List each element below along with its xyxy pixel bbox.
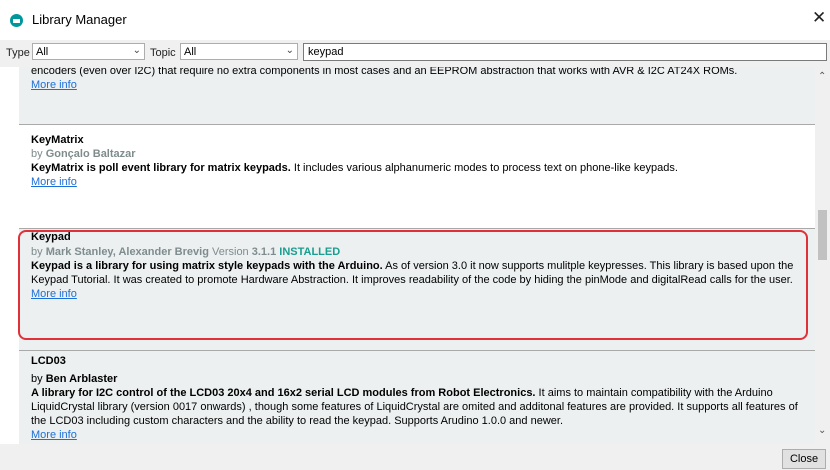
chevron-down-icon[interactable]: ⌄ <box>818 425 826 436</box>
scrollbar-thumb[interactable] <box>818 210 827 260</box>
library-version: 3.1.1 <box>251 246 277 258</box>
bottom-bar: Close <box>0 444 830 470</box>
close-button[interactable]: Close <box>782 449 826 469</box>
version-label: Version <box>211 246 249 258</box>
scrollbar[interactable]: ⌃ ⌄ <box>815 67 830 444</box>
installed-badge: INSTALLED <box>279 246 341 258</box>
library-description: KeyMatrix is poll event library for matr… <box>31 161 807 175</box>
library-description: Keypad is a library for using matrix sty… <box>31 259 807 287</box>
library-author: Ben Arblaster <box>45 373 118 385</box>
description-bold: KeyMatrix is poll event library for matr… <box>31 162 291 174</box>
chevron-down-icon: ⌄ <box>285 45 294 56</box>
library-author-line: by Gonçalo Baltazar <box>31 147 807 161</box>
topic-select[interactable]: All ⌄ <box>180 43 298 60</box>
chevron-down-icon: ⌄ <box>132 45 141 56</box>
window-close-icon[interactable]: ✕ <box>812 8 826 28</box>
list-item[interactable]: KeyMatrix by Gonçalo Baltazar KeyMatrix … <box>19 125 815 228</box>
filter-bar: Type All ⌄ Topic All ⌄ keypad <box>0 40 830 67</box>
type-select[interactable]: All ⌄ <box>32 43 145 60</box>
more-info-link[interactable]: More info <box>31 428 77 442</box>
description-bold: A library for I2C control of the LCD03 2… <box>31 387 536 399</box>
library-name: KeyMatrix <box>31 134 84 146</box>
by-label: by <box>31 148 43 160</box>
more-info-link[interactable]: More info <box>31 78 77 92</box>
list-item[interactable]: LCD03 by Ben Arblaster A library for I2C… <box>19 351 815 458</box>
type-label: Type <box>6 47 30 59</box>
more-info-link[interactable]: More info <box>31 175 77 189</box>
title-bar: Library Manager ✕ <box>0 0 830 40</box>
library-author: Gonçalo Baltazar <box>45 148 136 160</box>
type-select-value: All <box>36 46 49 58</box>
library-author-line: by Mark Stanley, Alexander Brevig Versio… <box>31 245 807 259</box>
library-list[interactable]: encoders (even over I2C) that require no… <box>19 67 815 458</box>
chevron-up-icon[interactable]: ⌃ <box>818 71 826 82</box>
window-title: Library Manager <box>32 12 127 27</box>
by-label: by <box>31 373 43 385</box>
library-author-line: by Ben Arblaster <box>31 372 807 386</box>
search-input[interactable]: keypad <box>303 43 827 61</box>
list-item[interactable]: Keypad by Mark Stanley, Alexander Brevig… <box>19 229 815 350</box>
library-description: A library for I2C control of the LCD03 2… <box>31 386 807 428</box>
library-name: LCD03 <box>31 355 66 367</box>
arduino-logo-icon <box>10 14 23 27</box>
list-item[interactable]: encoders (even over I2C) that require no… <box>19 67 815 124</box>
library-author: Mark Stanley, Alexander Brevig <box>45 246 209 258</box>
topic-select-value: All <box>184 46 197 58</box>
library-name: Keypad <box>31 231 71 243</box>
description-bold: Keypad is a library for using matrix sty… <box>31 260 383 272</box>
by-label: by <box>31 246 43 258</box>
more-info-link[interactable]: More info <box>31 287 77 301</box>
library-description: encoders (even over I2C) that require no… <box>31 67 738 77</box>
description-text: It includes various alphanumeric modes t… <box>290 162 678 174</box>
topic-label: Topic <box>150 47 176 59</box>
